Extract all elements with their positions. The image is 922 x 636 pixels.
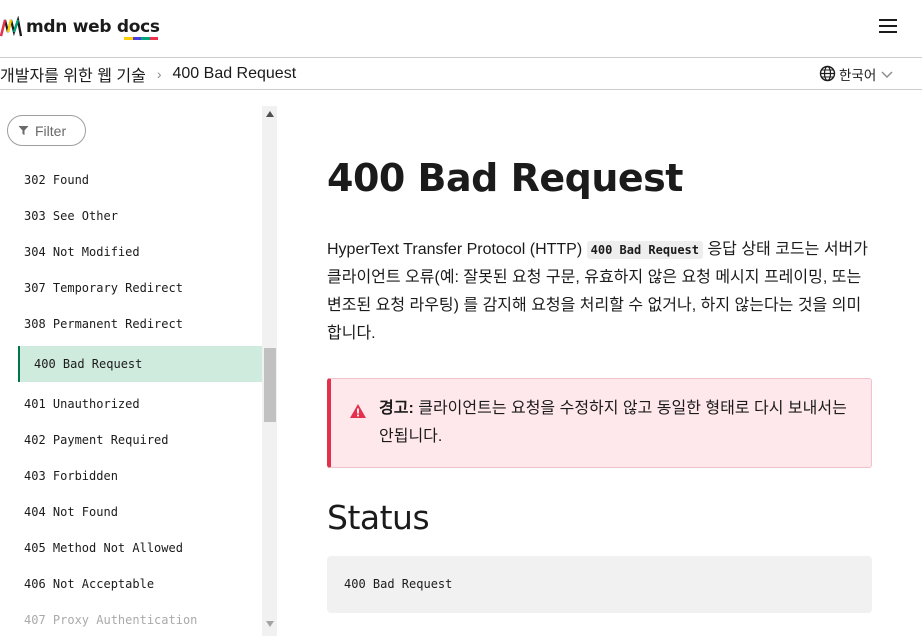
filter-placeholder: Filter [35,122,67,139]
sidebar-item-304[interactable]: 304 Not Modified [0,234,262,270]
filter-icon [18,126,29,135]
logo-text: mdn web docs [26,17,160,37]
warning-label: 경고: [379,400,414,417]
sidebar-list: 302 Found 303 See Other 304 Not Modified… [0,162,262,636]
sidebar-item-307[interactable]: 307 Temporary Redirect [0,270,262,306]
sidebar-item-308[interactable]: 308 Permanent Redirect [0,306,262,342]
logo-underline-blue [132,37,141,40]
logo-underline-red [149,37,158,40]
breadcrumb: 개발자를 위한 웹 기술 › 400 Bad Request [0,58,296,89]
logo-underline-green [141,37,150,40]
sidebar-item-402[interactable]: 402 Payment Required [0,422,262,458]
page-title: 400 Bad Request [327,156,683,200]
breadcrumb-bar: 개발자를 위한 웹 기술 › 400 Bad Request 한국어 [0,57,922,90]
top-navigation: mdn web docs [0,0,922,57]
sidebar-item-403[interactable]: 403 Forbidden [0,458,262,494]
language-switcher[interactable]: 한국어 [819,58,895,89]
mdn-logo-icon [0,16,22,37]
logo-underline [124,37,158,40]
breadcrumb-separator: › [156,65,162,82]
intro-text-before: HyperText Transfer Protocol (HTTP) [327,241,587,258]
logo-underline-yellow [124,37,133,40]
breadcrumb-current-link[interactable]: 400 Bad Request [173,65,297,83]
language-label: 한국어 [839,67,877,83]
scroll-up-arrow-icon[interactable] [262,111,277,121]
inline-code-status: 400 Bad Request [586,241,703,259]
hamburger-icon[interactable] [876,14,900,38]
sidebar-item-405[interactable]: 405 Method Not Allowed [0,530,262,566]
intro-paragraph: HyperText Transfer Protocol (HTTP) 400 B… [327,236,872,348]
status-code-text: 400 Bad Request [344,577,453,591]
scrollbar-thumb[interactable] [264,348,276,422]
status-heading: Status [327,498,430,537]
sidebar-item-303[interactable]: 303 See Other [0,198,262,234]
sidebar-item-400-active[interactable]: 400 Bad Request [18,346,262,382]
status-code-block: 400 Bad Request [327,556,872,613]
sidebar: Filter 302 Found 303 See Other 304 Not M… [0,106,262,636]
sidebar-item-407[interactable]: 407 Proxy Authentication [0,602,262,636]
sidebar-item-302[interactable]: 302 Found [0,162,262,198]
sidebar-item-406[interactable]: 406 Not Acceptable [0,566,262,602]
warning-callout: 경고: 클라이언트는 요청을 수정하지 않고 동일한 형태로 다시 보내서는 안… [327,378,872,468]
filter-input[interactable]: Filter [7,115,86,146]
sidebar-scrollbar[interactable] [262,106,277,636]
sidebar-item-404[interactable]: 404 Not Found [0,494,262,530]
chevron-down-icon [881,71,893,78]
warning-text: 경고: 클라이언트는 요청을 수정하지 않고 동일한 형태로 다시 보내서는 안… [379,395,859,451]
warning-icon [350,404,366,418]
scroll-down-arrow-icon[interactable] [262,621,277,631]
warning-body: 클라이언트는 요청을 수정하지 않고 동일한 형태로 다시 보내서는 안됩니다. [379,400,847,445]
globe-icon [819,65,836,82]
breadcrumb-parent-link[interactable]: 개발자를 위한 웹 기술 [0,62,146,86]
sidebar-item-401[interactable]: 401 Unauthorized [0,386,262,422]
